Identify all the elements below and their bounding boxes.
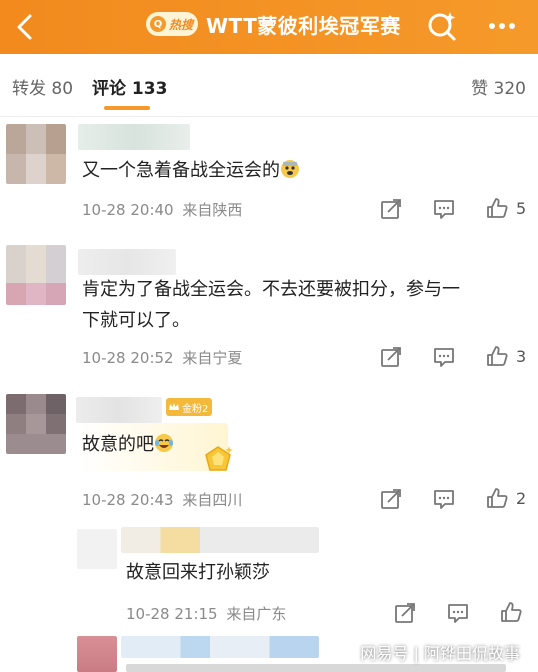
tab-likes[interactable]: 赞 320 (471, 74, 526, 99)
comment-item-reply: 故意回来打孙颖莎 10-28 21:15 来自广东 (0, 517, 538, 632)
comment-location: 来自陕西 (182, 201, 243, 219)
scared-face-icon (281, 160, 299, 178)
comment-body: 又一个急着备战全运会的 (82, 160, 280, 181)
tab-comments[interactable]: 评论 133 (92, 74, 167, 99)
like-count: 5 (516, 199, 527, 218)
hot-search-badge[interactable]: Q 热搜 (146, 12, 198, 36)
fan-badge-label: 金粉2 (182, 403, 209, 415)
username[interactable] (78, 124, 190, 150)
comment-text: 又一个急着备战全运会的 (82, 155, 300, 186)
watermark: 网易号 | 阿铧田侃故事 (360, 644, 520, 663)
comment-body-line1: 肯定为了备战全运会。不去还要被扣分，参与一 (82, 279, 460, 300)
tab-bar: 转发 80 评论 133 赞 320 (0, 54, 538, 116)
comment-time: 10-28 20:43 (82, 491, 174, 509)
fan-badge: 金粉2 (166, 398, 213, 416)
reply-icon[interactable] (432, 197, 456, 221)
reply-icon[interactable] (446, 601, 470, 625)
tab-repost[interactable]: 转发 80 (12, 74, 73, 99)
back-arrow-icon (17, 14, 32, 40)
comment-text-cutoff (126, 664, 506, 672)
like-icon[interactable] (485, 344, 509, 368)
comment-location: 来自广东 (226, 605, 287, 623)
comment-body-line2: 下就可以了。 (82, 310, 190, 331)
share-icon[interactable] (379, 487, 403, 511)
search-icon (428, 12, 456, 41)
hot-search-label: 热搜 (169, 17, 194, 32)
avatar[interactable] (77, 636, 117, 672)
crown-icon (169, 403, 179, 410)
more-button[interactable] (482, 8, 522, 44)
avatar[interactable] (6, 394, 66, 454)
comment-item: 又一个急着备战全运会的 10-28 20:40 来自陕西 5 (0, 117, 538, 237)
username[interactable] (76, 397, 162, 423)
topic-title[interactable]: WTT蒙彼利埃冠军赛 (206, 10, 401, 39)
comment-item: 肯定为了备战全运会。不去还要被扣分，参与一 下就可以了。 10-28 20:52… (0, 237, 538, 377)
username[interactable] (121, 527, 319, 553)
comment-text: 故意的吧 (82, 429, 174, 460)
gold-badge-icon (205, 446, 233, 471)
comment-item: 金粉2 故意的吧 10-28 20:43 来自四川 2 (0, 377, 538, 517)
reply-icon[interactable] (432, 345, 456, 369)
avatar[interactable] (6, 124, 66, 184)
top-bar: Q 热搜 WTT蒙彼利埃冠军赛 (0, 0, 538, 54)
like-icon[interactable] (485, 486, 509, 510)
like-count: 3 (516, 347, 527, 366)
comment-time: 10-28 20:52 (82, 349, 174, 367)
hot-search-icon: Q (150, 16, 166, 32)
comment-meta: 10-28 21:15 来自广东 (126, 603, 286, 624)
like-icon[interactable] (499, 600, 523, 624)
avatar[interactable] (6, 245, 66, 305)
share-icon[interactable] (393, 601, 417, 625)
comment-meta: 10-28 20:52 来自宁夏 (82, 347, 242, 368)
reply-icon[interactable] (432, 487, 456, 511)
like-icon[interactable] (485, 196, 509, 220)
share-icon[interactable] (379, 197, 403, 221)
comment-meta: 10-28 20:43 来自四川 (82, 489, 242, 510)
back-button[interactable] (8, 8, 46, 46)
comment-text: 肯定为了备战全运会。不去还要被扣分，参与一 下就可以了。 (82, 274, 522, 336)
avatar[interactable] (77, 529, 117, 569)
comment-location: 来自四川 (182, 491, 243, 509)
comment-meta: 10-28 20:40 来自陕西 (82, 199, 242, 220)
like-count: 2 (516, 489, 527, 508)
comment-time: 10-28 21:15 (126, 605, 218, 623)
comment-location: 来自宁夏 (182, 349, 243, 367)
comment-body: 故意的吧 (82, 434, 154, 455)
username[interactable] (78, 249, 176, 275)
comment-time: 10-28 20:40 (82, 201, 174, 219)
laughing-crying-icon (155, 434, 173, 452)
active-tab-indicator (104, 106, 150, 110)
more-dots-icon (489, 23, 515, 29)
username[interactable] (121, 636, 319, 658)
share-icon[interactable] (379, 345, 403, 369)
search-button[interactable] (424, 8, 460, 44)
comment-text: 故意回来打孙颖莎 (126, 562, 270, 583)
